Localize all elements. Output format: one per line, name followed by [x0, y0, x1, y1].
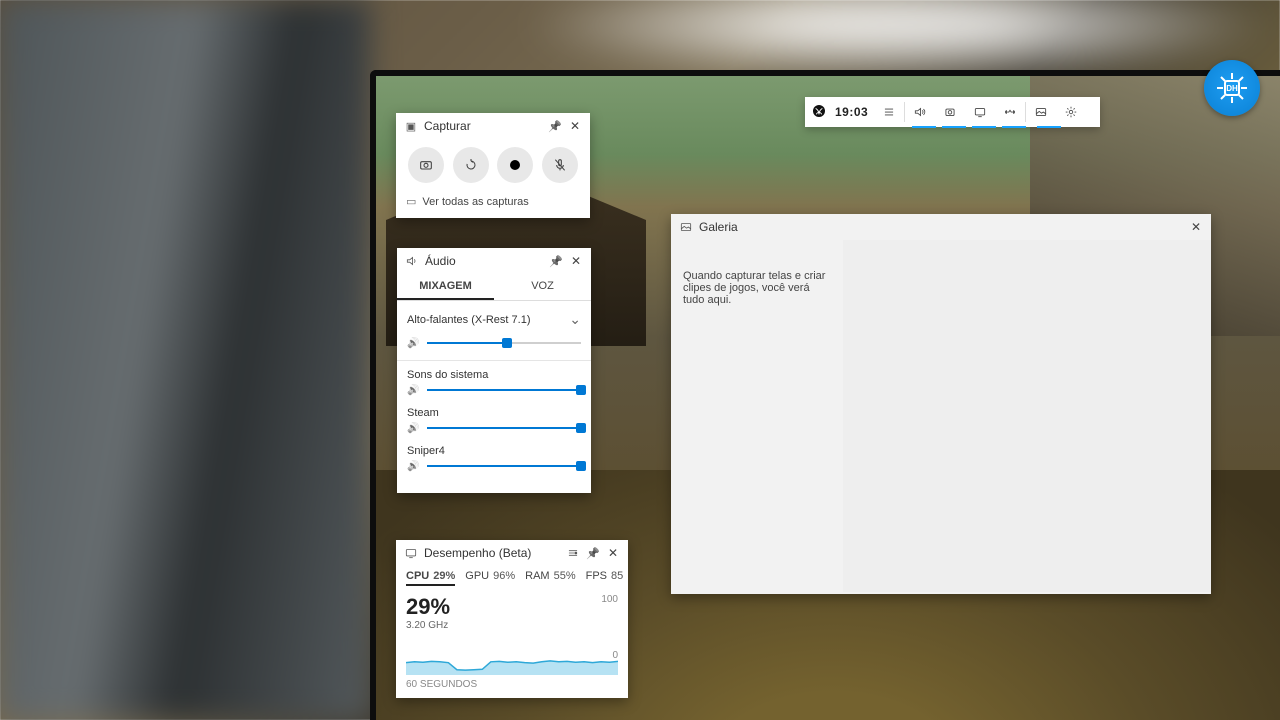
- gallery-title: Galeria: [699, 220, 738, 234]
- steam-label: Steam: [407, 407, 581, 419]
- active-underline: [912, 126, 936, 128]
- perf-tab-fps[interactable]: FPS85: [586, 570, 624, 586]
- perf-tab-cpu[interactable]: CPU29%: [406, 570, 455, 586]
- perf-options-button[interactable]: [566, 546, 580, 560]
- output-device-name: Alto-falantes (X-Rest 7.1): [407, 314, 531, 326]
- system-sounds-label: Sons do sistema: [407, 369, 581, 381]
- perf-ghz: 3.20 GHz: [406, 620, 618, 631]
- system-volume-slider[interactable]: [427, 383, 581, 397]
- close-button[interactable]: [1189, 220, 1203, 234]
- audio-icon: [405, 254, 419, 268]
- perf-title: Desempenho (Beta): [424, 546, 531, 560]
- divider: [397, 360, 591, 361]
- perf-tab-ram[interactable]: RAM55%: [525, 570, 575, 586]
- settings-button[interactable]: [1056, 97, 1086, 127]
- close-button[interactable]: [568, 119, 582, 133]
- active-underline: [1002, 126, 1026, 128]
- game-label: Sniper4: [407, 445, 581, 457]
- active-underline: [1037, 126, 1061, 128]
- pin-button[interactable]: [586, 546, 600, 560]
- record-button[interactable]: [497, 147, 533, 183]
- output-device-select[interactable]: Alto-falantes (X-Rest 7.1): [407, 309, 581, 334]
- gallery-preview-pane: [843, 240, 1211, 592]
- channel-badge: DH: [1204, 60, 1260, 116]
- perf-widget-button[interactable]: [965, 97, 995, 127]
- xbox-social-button[interactable]: [995, 97, 1025, 127]
- audio-title: Áudio: [425, 254, 456, 268]
- perf-big-value: 29%: [406, 594, 618, 620]
- x-axis-label: 60 SEGUNDOS: [396, 679, 628, 698]
- capture-icon: [404, 119, 418, 133]
- y-max-label: 100: [601, 594, 618, 605]
- screenshot-button[interactable]: [408, 147, 444, 183]
- y-min-label: 0: [612, 650, 618, 661]
- audio-widget-button[interactable]: [905, 97, 935, 127]
- perf-sparkline: [406, 631, 618, 675]
- view-captures-link[interactable]: Ver todas as capturas: [396, 189, 590, 218]
- master-volume-slider[interactable]: [427, 336, 581, 350]
- performance-widget: Desempenho (Beta) CPU29% GPU96% RAM55% F…: [396, 540, 628, 698]
- close-button[interactable]: [569, 254, 583, 268]
- active-underline: [972, 126, 996, 128]
- xbox-icon[interactable]: [805, 103, 833, 122]
- capture-widget: Capturar Ver todas as capturas: [396, 113, 590, 218]
- menu-button[interactable]: [874, 97, 904, 127]
- tab-mixagem[interactable]: MIXAGEM: [397, 274, 494, 300]
- gallery-widget-button[interactable]: [1026, 97, 1056, 127]
- perf-icon: [404, 546, 418, 560]
- pin-button[interactable]: [549, 254, 563, 268]
- capture-title: Capturar: [424, 119, 471, 133]
- gallery-empty-text: Quando capturar telas e criar clipes de …: [683, 270, 825, 306]
- close-button[interactable]: [606, 546, 620, 560]
- gallery-icon: [679, 220, 693, 234]
- light-bloom: [520, 0, 1280, 80]
- tab-voz[interactable]: VOZ: [494, 274, 591, 300]
- gallery-widget: Galeria Quando capturar telas e criar cl…: [671, 214, 1211, 594]
- audio-widget: Áudio MIXAGEM VOZ Alto-falantes (X-Rest …: [397, 248, 591, 493]
- mic-toggle-button[interactable]: [542, 147, 578, 183]
- svg-text:DH: DH: [1226, 84, 1238, 93]
- view-captures-label: Ver todas as capturas: [422, 196, 528, 208]
- steam-volume-slider[interactable]: [427, 421, 581, 435]
- capture-widget-button[interactable]: [935, 97, 965, 127]
- record-last-button[interactable]: [453, 147, 489, 183]
- pin-button[interactable]: [548, 119, 562, 133]
- blurred-room: [0, 0, 370, 720]
- perf-tab-gpu[interactable]: GPU96%: [465, 570, 515, 586]
- active-underline: [942, 126, 966, 128]
- game-volume-slider[interactable]: [427, 459, 581, 473]
- gamebar-topbar: 19:03: [805, 97, 1100, 127]
- clock: 19:03: [833, 105, 874, 119]
